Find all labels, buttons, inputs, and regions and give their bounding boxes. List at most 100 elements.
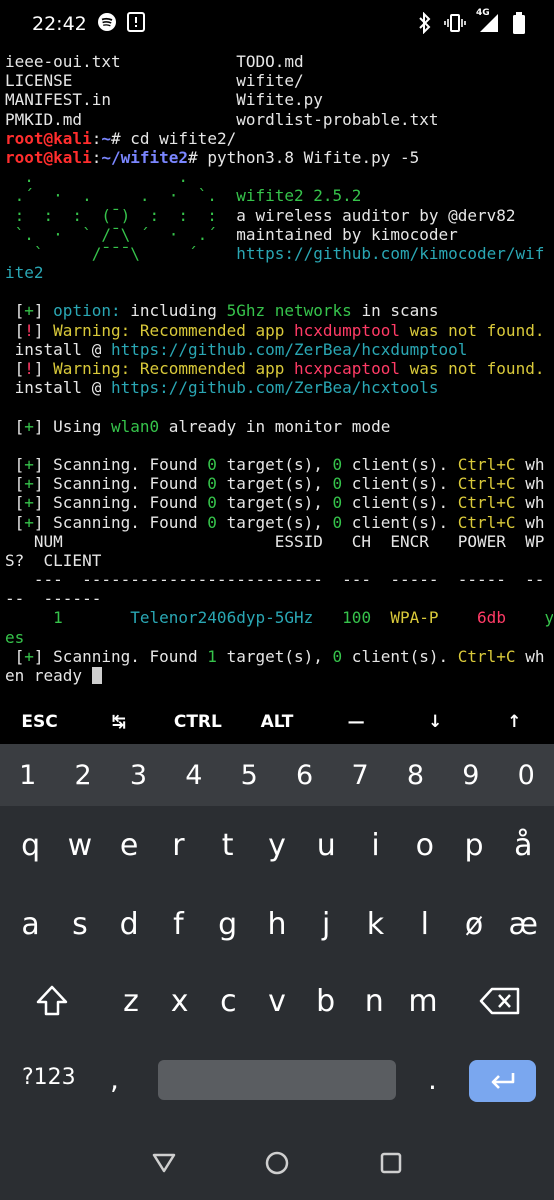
terminal-text: target(s), xyxy=(216,493,333,513)
key-j[interactable]: j xyxy=(302,907,350,942)
shift-key[interactable] xyxy=(30,981,74,1021)
key-6[interactable]: 6 xyxy=(278,760,331,791)
key-h[interactable]: h xyxy=(253,907,301,942)
key-e[interactable]: e xyxy=(105,828,153,863)
terminal-line: [+] option: including 5Ghz networks in s… xyxy=(5,301,553,320)
recents-square-icon xyxy=(380,1152,402,1174)
terminal-text: root@kali xyxy=(5,128,92,148)
ctrl-key[interactable]: CTRL xyxy=(158,712,237,732)
keyboard-row-3: zxcvbnm xyxy=(0,966,554,1036)
key-4[interactable]: 4 xyxy=(167,760,220,791)
up-arrow-key[interactable]: ↑ xyxy=(475,712,554,732)
key-k[interactable]: k xyxy=(351,907,399,942)
key-7[interactable]: 7 xyxy=(334,760,387,791)
terminal-text: + xyxy=(24,646,34,666)
key-1[interactable]: 1 xyxy=(1,760,54,791)
terminal-line: S? CLIENT xyxy=(5,551,553,570)
terminal-text: Ctrl+C xyxy=(457,454,516,474)
terminal-text: 0 xyxy=(207,474,217,494)
signal-icon: 4G xyxy=(476,8,500,39)
terminal-text: S? CLIENT xyxy=(5,550,102,570)
terminal-text: 0 xyxy=(332,493,343,513)
key-o[interactable]: o xyxy=(401,828,449,863)
key-m[interactable]: m xyxy=(399,984,447,1019)
key-b[interactable]: b xyxy=(302,984,350,1019)
alt-key[interactable]: ALT xyxy=(237,712,316,732)
terminal-line: ite2 xyxy=(5,263,553,282)
key-q[interactable]: q xyxy=(7,828,55,863)
key-r[interactable]: r xyxy=(154,828,202,863)
terminal-text: [ xyxy=(5,416,25,436)
terminal-text: client(s). xyxy=(342,646,458,666)
key-d[interactable]: d xyxy=(105,907,153,942)
terminal-text: : : : (¯) : : : xyxy=(5,205,237,225)
home-button[interactable] xyxy=(263,1149,291,1177)
recents-button[interactable] xyxy=(377,1149,405,1177)
terminal-text: 0 xyxy=(207,454,217,474)
key-9[interactable]: 9 xyxy=(444,760,497,791)
key-u[interactable]: u xyxy=(302,828,350,863)
terminal-text: Warning: Recommended app xyxy=(53,359,294,378)
key-v[interactable]: v xyxy=(253,984,301,1019)
terminal-output[interactable]: ieee-oui.txt TODO.md LICENSE wifite/MANIF… xyxy=(5,52,553,700)
key-æ[interactable]: æ xyxy=(499,907,547,942)
terminal-text: 100 xyxy=(342,608,372,628)
dash-key[interactable]: — xyxy=(317,712,396,732)
esc-key[interactable]: ESC xyxy=(0,712,79,732)
space-key[interactable] xyxy=(158,1060,396,1100)
terminal-text: --- ------------------------- --- ----- … xyxy=(5,570,545,590)
key-a[interactable]: a xyxy=(7,907,55,942)
key-y[interactable]: y xyxy=(253,828,301,863)
terminal-text: es xyxy=(5,627,25,647)
terminal-text: ite2 xyxy=(5,263,44,283)
terminal-text: + xyxy=(24,512,34,532)
terminal-line: NUM ESSID CH ENCR POWER WP xyxy=(5,532,553,551)
period-key[interactable]: . xyxy=(428,1063,437,1096)
key-5[interactable]: 5 xyxy=(223,760,276,791)
key-c[interactable]: c xyxy=(204,984,252,1019)
shift-icon xyxy=(36,985,68,1016)
terminal-text: 0 xyxy=(207,493,217,513)
terminal-text: target(s), xyxy=(216,646,333,666)
key-t[interactable]: t xyxy=(204,828,252,863)
terminal-text: 0 xyxy=(332,512,343,532)
back-button[interactable] xyxy=(150,1149,178,1177)
key-2[interactable]: 2 xyxy=(57,760,110,791)
down-arrow-key[interactable]: ↓ xyxy=(396,712,475,732)
terminal-line: 1 Telenor2406dyp-5GHz 100 WPA-P 6db y xyxy=(5,608,553,627)
tab-key[interactable]: ↹ xyxy=(79,712,158,732)
key-8[interactable]: 8 xyxy=(389,760,442,791)
backspace-key[interactable] xyxy=(478,981,522,1021)
key-l[interactable]: l xyxy=(401,907,449,942)
terminal-line: [+] Scanning. Found 0 target(s), 0 clien… xyxy=(5,513,553,532)
terminal-text: 6db xyxy=(477,608,506,628)
key-s[interactable]: s xyxy=(56,907,104,942)
battery-icon xyxy=(512,12,526,39)
terminal-line: . . xyxy=(5,167,553,186)
key-ø[interactable]: ø xyxy=(450,907,498,942)
key-p[interactable]: p xyxy=(450,828,498,863)
key-å[interactable]: å xyxy=(499,828,547,863)
key-z[interactable]: z xyxy=(107,984,155,1019)
key-f[interactable]: f xyxy=(154,907,202,942)
key-x[interactable]: x xyxy=(156,984,204,1019)
comma-key[interactable]: , xyxy=(110,1063,119,1096)
key-w[interactable]: w xyxy=(56,828,104,863)
terminal-text: . . xyxy=(5,167,189,187)
terminal-text: ] Using xyxy=(33,416,111,436)
terminal-line: install @ https://github.com/ZerBea/hcxt… xyxy=(5,378,553,397)
terminal-line: : : : (¯) : : : a wireless auditor by @d… xyxy=(5,206,553,225)
key-i[interactable]: i xyxy=(351,828,399,863)
key-3[interactable]: 3 xyxy=(112,760,165,791)
enter-key[interactable] xyxy=(469,1060,536,1102)
key-0[interactable]: 0 xyxy=(500,760,553,791)
key-g[interactable]: g xyxy=(204,907,252,942)
key-n[interactable]: n xyxy=(350,984,398,1019)
terminal-text: ! xyxy=(24,359,34,378)
terminal-text: wifite2 xyxy=(236,186,314,206)
terminal-text: [ xyxy=(5,646,25,666)
symbols-key[interactable]: ?123 xyxy=(22,1065,76,1090)
terminal-text: # cd wifite2/ xyxy=(110,128,237,148)
